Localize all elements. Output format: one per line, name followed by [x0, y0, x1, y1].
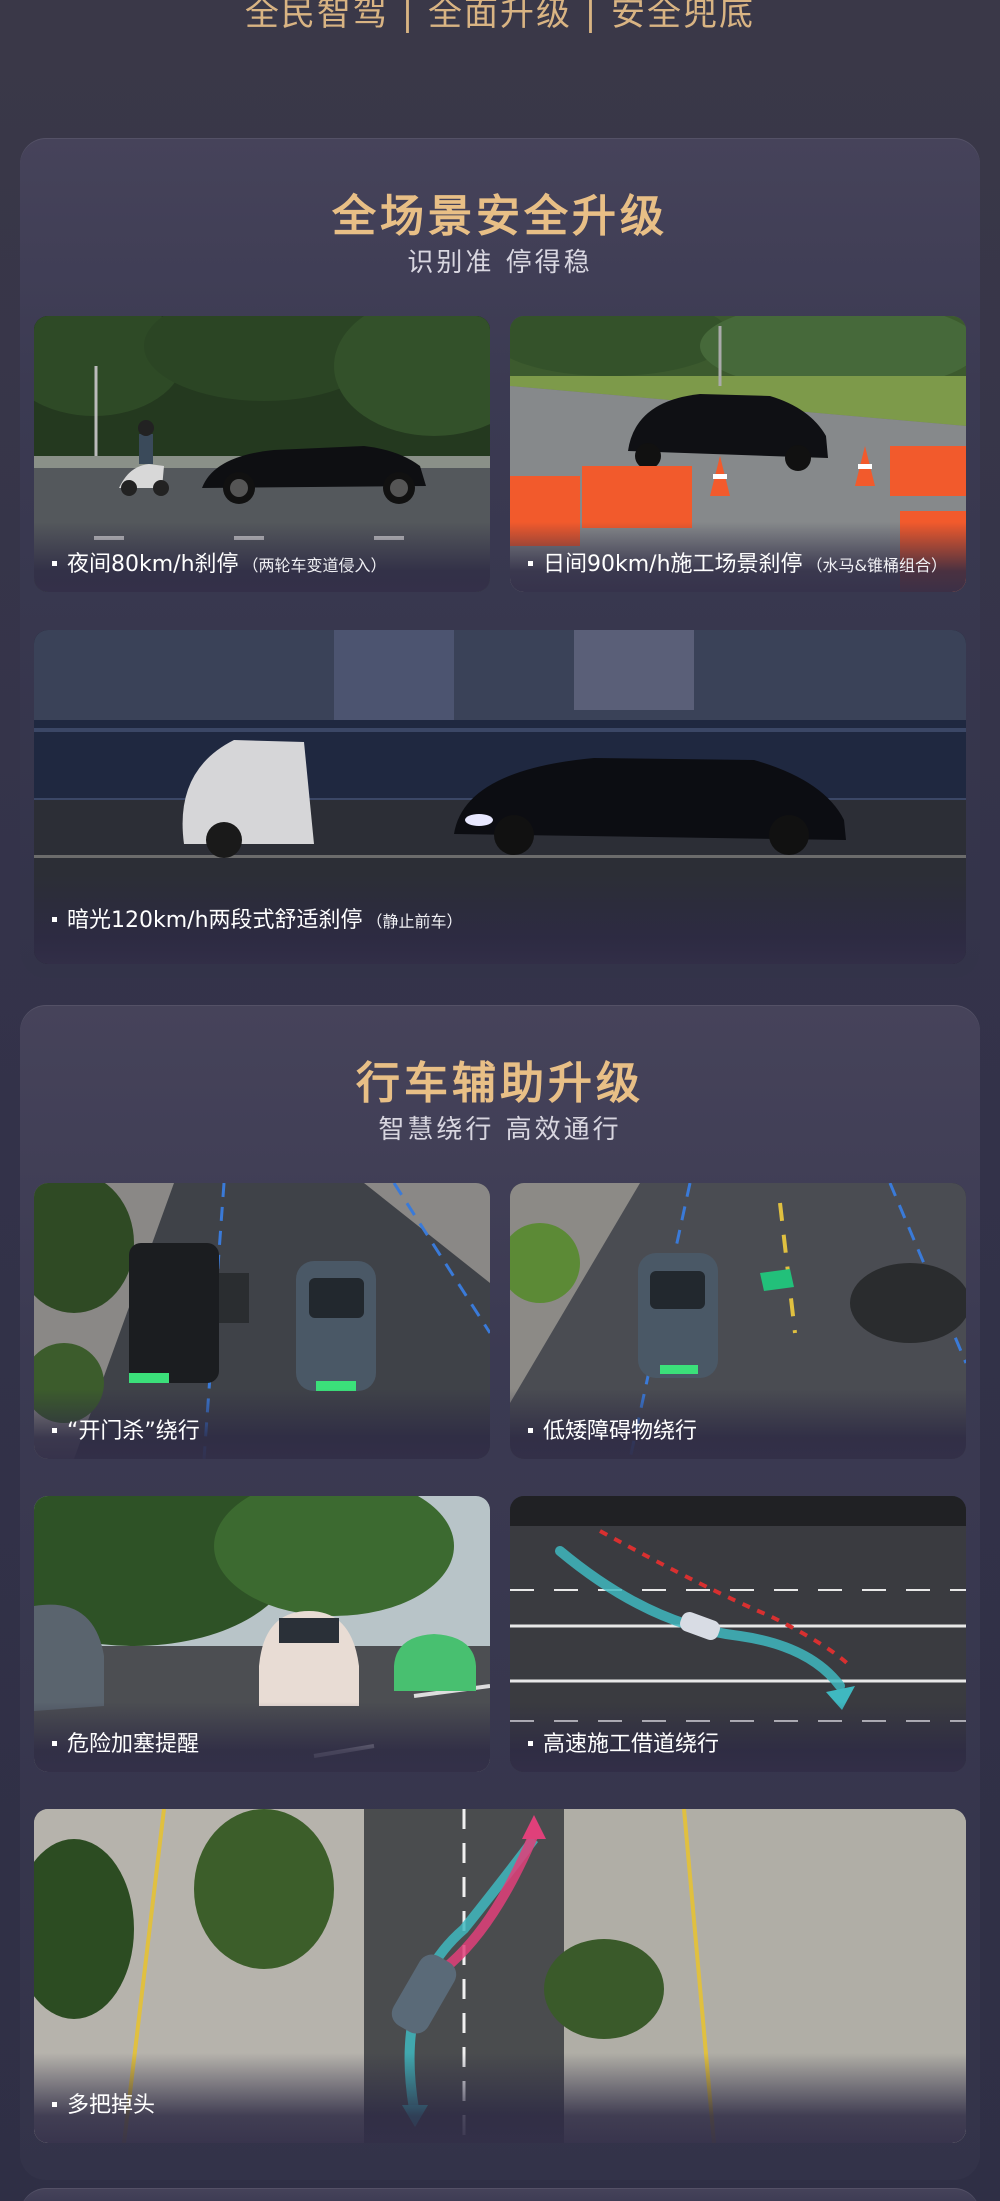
safety-upgrade-section: 全场景安全升级 识别准 停得稳 夜间80km/h刹停 （两轮车变道侵入） 日间9… — [20, 138, 980, 978]
caption-label: 暗光120km/h两段式舒适刹停 — [67, 908, 363, 933]
caption-label: 危险加塞提醒 — [67, 1732, 200, 1757]
top-banner-text: 全民智驾 | 全面升级 | 安全兜底 — [244, 0, 756, 34]
caption-note: （水马&锥桶组合） — [806, 556, 948, 575]
section-title: 行车辅助升级 — [356, 1058, 644, 1109]
video-card-door-avoidance[interactable]: “开门杀”绕行 — [34, 1183, 490, 1459]
caption-note: （静止前车） — [366, 912, 463, 931]
caption-label: 夜间80km/h刹停 — [67, 552, 239, 577]
card-caption: 高速施工借道绕行 — [528, 1726, 719, 1758]
caption-label: 多把掉头 — [67, 2093, 156, 2118]
video-card-multi-point-uturn[interactable]: 多把掉头 — [34, 1809, 966, 2143]
card-caption: 多把掉头 — [52, 2087, 155, 2119]
card-caption: 日间90km/h施工场景刹停 （水马&锥桶组合） — [528, 546, 947, 578]
top-banner: 全民智驾 | 全面升级 | 安全兜底 — [0, 0, 1000, 40]
next-section — [20, 2188, 980, 2201]
card-caption: 危险加塞提醒 — [52, 1726, 199, 1758]
card-caption: 暗光120km/h两段式舒适刹停 （静止前车） — [52, 902, 463, 934]
card-caption: 夜间80km/h刹停 （两轮车变道侵入） — [52, 546, 387, 578]
video-card-low-obstacle[interactable]: 低矮障碍物绕行 — [510, 1183, 966, 1459]
section-subtitle: 识别准 停得稳 — [407, 248, 593, 278]
caption-label: 日间90km/h施工场景刹停 — [543, 552, 803, 577]
card-caption: “开门杀”绕行 — [52, 1413, 200, 1445]
section-subtitle: 智慧绕行 高效通行 — [378, 1115, 622, 1145]
video-card-day-90kmh[interactable]: 日间90km/h施工场景刹停 （水马&锥桶组合） — [510, 316, 966, 592]
caption-note: （两轮车变道侵入） — [242, 556, 387, 575]
page: 全民智驾 | 全面升级 | 安全兜底 全场景安全升级 识别准 停得稳 夜间80k… — [0, 0, 1000, 2201]
caption-label: 低矮障碍物绕行 — [543, 1419, 698, 1444]
section-title: 全场景安全升级 — [332, 191, 668, 242]
video-card-dim-120kmh[interactable]: 暗光120km/h两段式舒适刹停 （静止前车） — [34, 630, 966, 964]
caption-label: 高速施工借道绕行 — [543, 1732, 720, 1757]
card-caption: 低矮障碍物绕行 — [528, 1413, 697, 1445]
video-card-cut-in-warning[interactable]: 危险加塞提醒 — [34, 1496, 490, 1772]
video-card-night-80kmh[interactable]: 夜间80km/h刹停 （两轮车变道侵入） — [34, 316, 490, 592]
video-card-highway-construction[interactable]: 高速施工借道绕行 — [510, 1496, 966, 1772]
driving-assist-section: 行车辅助升级 智慧绕行 高效通行 “开门杀”绕行 低矮障碍物绕行 危险加塞提醒 … — [20, 1005, 980, 2180]
caption-label: “开门杀”绕行 — [67, 1419, 200, 1444]
